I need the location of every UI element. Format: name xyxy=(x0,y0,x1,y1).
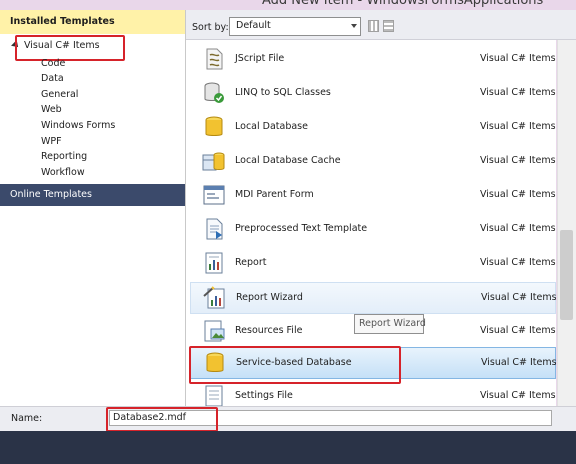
installed-templates-label: Installed Templates xyxy=(10,16,115,27)
tree-item-reporting[interactable]: Reporting xyxy=(41,149,87,164)
template-row[interactable]: Preprocessed Text Template Visual C# Ite… xyxy=(190,214,556,244)
tooltip: Report Wizard xyxy=(354,314,426,334)
template-row[interactable]: LINQ to SQL Classes Visual C# Items xyxy=(190,78,556,108)
template-row[interactable]: JScript File Visual C# Items xyxy=(190,44,556,74)
small-icons-view-icon[interactable] xyxy=(383,20,394,32)
template-name: JScript File xyxy=(235,53,285,64)
sort-by-value: Default xyxy=(236,20,271,31)
template-category: Visual C# Items xyxy=(480,257,556,268)
tree-item-wpf[interactable]: WPF xyxy=(41,134,62,149)
template-row[interactable]: Settings File Visual C# Items xyxy=(190,381,556,406)
template-name: Preprocessed Text Template xyxy=(235,223,368,234)
vertical-scrollbar[interactable] xyxy=(557,40,576,406)
template-name: Report Wizard xyxy=(236,292,303,303)
template-row[interactable]: Report Visual C# Items xyxy=(190,248,556,278)
script-file-icon xyxy=(202,47,226,71)
online-templates-label: Online Templates xyxy=(10,189,92,200)
tree-item-workflow[interactable]: Workflow xyxy=(41,165,85,180)
template-row[interactable]: MDI Parent Form Visual C# Items xyxy=(190,180,556,210)
template-name: Report xyxy=(235,257,267,268)
dialog-footer xyxy=(0,431,576,464)
tooltip-text: Report Wizard xyxy=(359,318,426,329)
template-category: Visual C# Items xyxy=(480,390,556,401)
template-category: Visual C# Items xyxy=(480,223,556,234)
template-name: Resources File xyxy=(235,325,303,336)
online-templates-header[interactable]: Online Templates xyxy=(0,184,185,206)
template-name: Local Database Cache xyxy=(235,155,341,166)
template-row[interactable]: Local Database Cache Visual C# Items xyxy=(190,146,556,176)
settings-file-icon xyxy=(202,384,226,406)
chevron-down-icon xyxy=(351,24,357,28)
database-icon xyxy=(202,115,226,139)
tree-item-general[interactable]: General xyxy=(41,87,78,102)
database-cache-icon xyxy=(202,149,226,173)
sort-by-dropdown[interactable]: Default xyxy=(229,17,361,36)
template-name: Local Database xyxy=(235,121,308,132)
highlight-box-service-based-database xyxy=(189,346,401,384)
template-category: Visual C# Items xyxy=(480,155,556,166)
highlight-box-visual-cs-items xyxy=(15,35,125,61)
tree-item-code[interactable]: Code xyxy=(41,56,65,71)
template-category: Visual C# Items xyxy=(480,189,556,200)
template-category: Visual C# Items xyxy=(480,87,556,98)
template-row[interactable]: Report Wizard Visual C# Items xyxy=(190,282,556,314)
template-tree-panel xyxy=(0,10,186,406)
name-label: Name: xyxy=(11,413,43,424)
linq-classes-icon xyxy=(202,81,226,105)
template-category: Visual C# Items xyxy=(481,357,556,368)
template-name: LINQ to SQL Classes xyxy=(235,87,331,98)
medium-icons-view-icon[interactable] xyxy=(368,20,379,32)
text-template-icon xyxy=(202,217,226,241)
template-name: MDI Parent Form xyxy=(235,189,314,200)
sort-by-label: Sort by: xyxy=(192,22,229,33)
form-icon xyxy=(202,183,226,207)
template-category: Visual C# Items xyxy=(481,292,556,303)
template-category: Visual C# Items xyxy=(480,53,556,64)
template-row[interactable]: Local Database Visual C# Items xyxy=(190,112,556,142)
scrollbar-thumb[interactable] xyxy=(560,230,573,320)
title-bar: Add New Item - WindowsFormsApplications xyxy=(0,0,576,10)
template-name: Settings File xyxy=(235,390,293,401)
template-category: Visual C# Items xyxy=(480,325,556,336)
report-icon xyxy=(202,251,226,275)
installed-templates-header[interactable]: Installed Templates xyxy=(0,10,185,34)
highlight-box-name-input xyxy=(106,407,218,432)
tree-item-web[interactable]: Web xyxy=(41,102,62,117)
report-wizard-icon xyxy=(203,286,227,310)
template-category: Visual C# Items xyxy=(480,121,556,132)
tree-item-data[interactable]: Data xyxy=(41,71,64,86)
tree-item-windows-forms[interactable]: Windows Forms xyxy=(41,118,115,133)
resources-icon xyxy=(202,319,226,343)
window-title: Add New Item - WindowsFormsApplications xyxy=(262,0,544,8)
